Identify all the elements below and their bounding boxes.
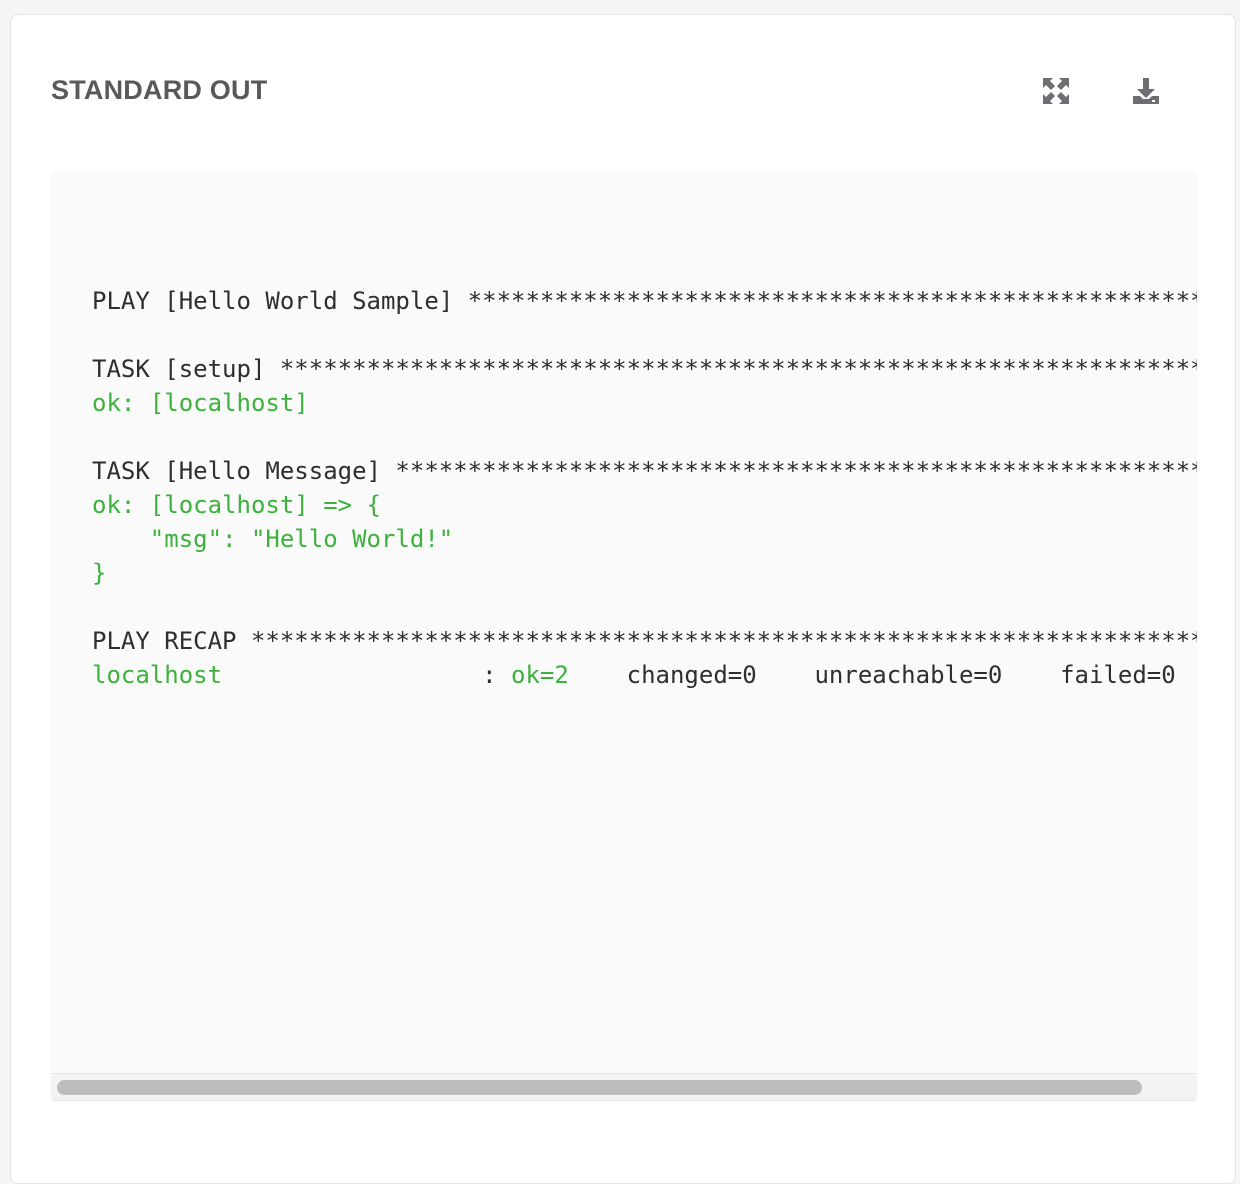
- stdout-line: [92, 318, 1197, 352]
- stdout-output-area: PLAY [Hello World Sample] **************…: [51, 171, 1197, 1101]
- recap-separator: :: [222, 661, 512, 689]
- stdout-line: "msg": "Hello World!": [92, 525, 454, 553]
- recap-ok: ok=2: [511, 661, 569, 689]
- stdout-line: [92, 590, 1197, 624]
- stdout-line: ok: [localhost]: [92, 389, 309, 417]
- recap-line: localhost : ok=2 changed=0 unreachable=0…: [92, 658, 1197, 692]
- recap-failed: failed=0: [1002, 661, 1176, 689]
- download-icon: [1133, 78, 1159, 104]
- stdout-text: PLAY [Hello World Sample] **************…: [92, 284, 1197, 692]
- stdout-line: ok: [localhost] => {: [92, 491, 381, 519]
- expand-arrows-icon: [1043, 78, 1069, 104]
- standard-out-panel: STANDARD OUT PLAY [Hello World Sample] *…: [10, 14, 1236, 1184]
- horizontal-scrollbar[interactable]: [51, 1073, 1197, 1101]
- recap-unreachable: unreachable=0: [756, 661, 1003, 689]
- stdout-line: [92, 420, 1197, 454]
- stdout-line: PLAY [Hello World Sample] **************…: [92, 287, 1197, 315]
- panel-title: STANDARD OUT: [51, 75, 268, 105]
- recap-host: localhost: [92, 661, 223, 689]
- horizontal-scrollbar-thumb[interactable]: [57, 1080, 1142, 1095]
- stdout-line: PLAY RECAP *****************************…: [92, 627, 1197, 655]
- recap-changed: changed=0: [568, 661, 757, 689]
- stdout-line: }: [92, 559, 107, 587]
- download-button[interactable]: [1126, 71, 1166, 111]
- stdout-line: TASK [Hello Message] *******************…: [92, 457, 1197, 485]
- stdout-line: TASK [setup] ***************************…: [92, 355, 1197, 383]
- expand-button[interactable]: [1036, 71, 1076, 111]
